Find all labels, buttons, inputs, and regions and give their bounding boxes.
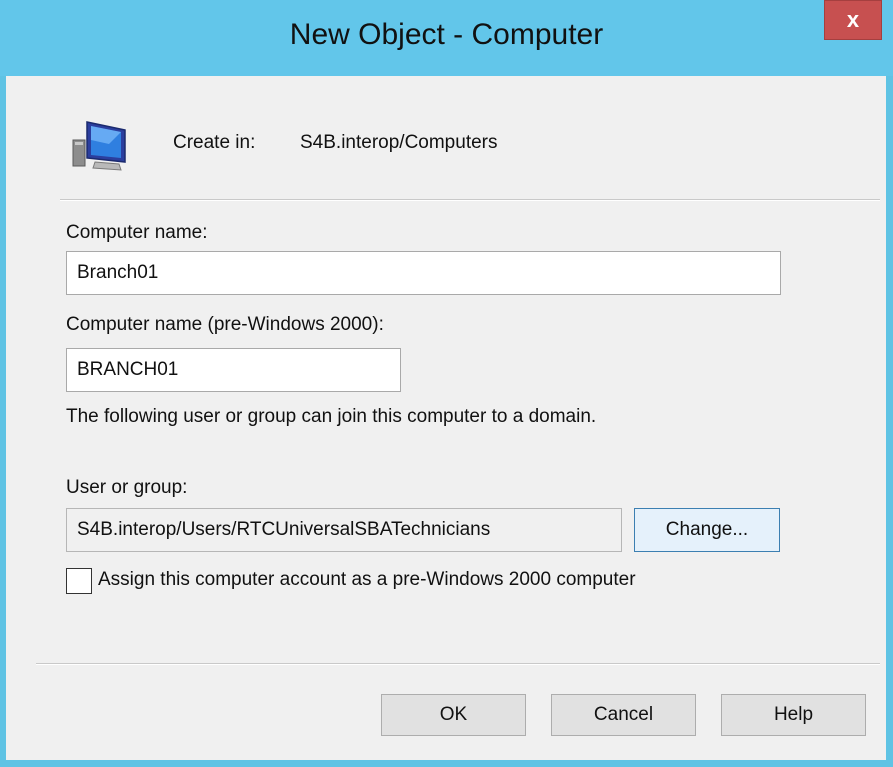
join-domain-info-text: The following user or group can join thi… xyxy=(66,406,597,427)
dialog-window: New Object - Computer x Create in: S4B.i… xyxy=(0,0,893,767)
ok-button[interactable]: OK xyxy=(381,694,526,736)
footer-separator xyxy=(36,663,880,665)
computer-name-input[interactable] xyxy=(66,251,781,295)
pre-windows-2000-name-label: Computer name (pre-Windows 2000): xyxy=(66,314,384,335)
assign-pre-windows-2000-checkbox[interactable] xyxy=(66,568,92,594)
create-in-label: Create in: xyxy=(173,132,256,153)
close-icon: x xyxy=(846,7,860,32)
computer-name-label: Computer name: xyxy=(66,222,208,243)
title-bar[interactable]: New Object - Computer x xyxy=(0,0,893,76)
user-or-group-field: S4B.interop/Users/RTCUniversalSBATechnic… xyxy=(66,508,622,552)
change-button[interactable]: Change... xyxy=(634,508,780,552)
header-separator xyxy=(60,199,880,201)
assign-pre-windows-2000-label[interactable]: Assign this computer account as a pre-Wi… xyxy=(98,569,636,591)
cancel-button[interactable]: Cancel xyxy=(551,694,696,736)
user-or-group-label: User or group: xyxy=(66,477,188,498)
computer-monitor-icon xyxy=(72,121,126,171)
create-in-path: S4B.interop/Computers xyxy=(300,132,498,153)
dialog-body: Create in: S4B.interop/Computers Compute… xyxy=(6,76,886,760)
pre-windows-2000-name-input[interactable] xyxy=(66,348,401,392)
dialog-title: New Object - Computer xyxy=(289,18,604,51)
close-button[interactable]: x xyxy=(824,0,882,40)
help-button[interactable]: Help xyxy=(721,694,866,736)
